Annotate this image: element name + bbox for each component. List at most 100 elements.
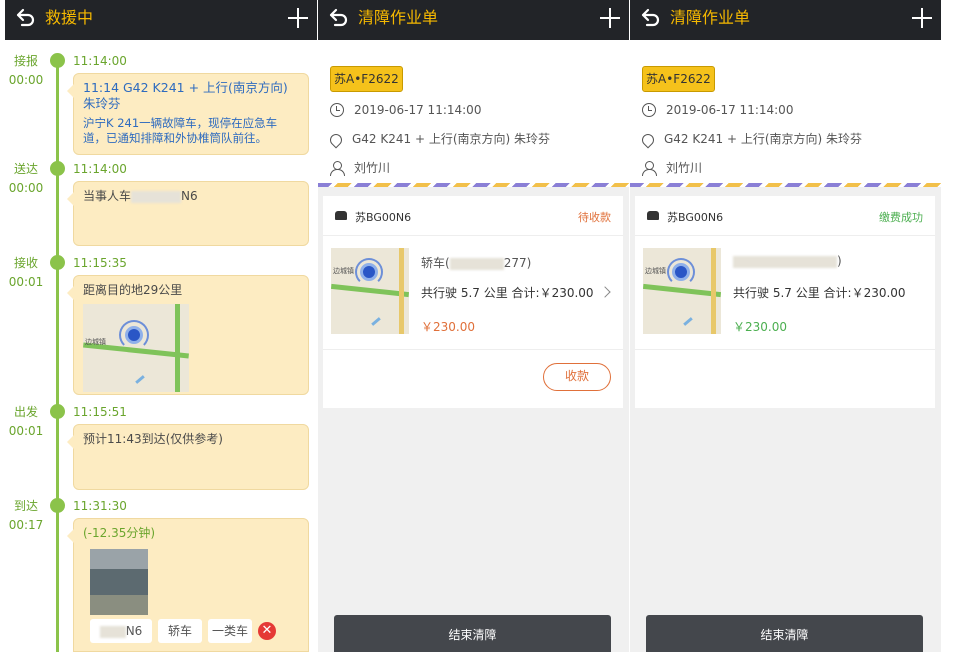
end-clearance-button[interactable]: 结束清障 <box>334 615 611 652</box>
collect-payment-button[interactable]: 收款 <box>543 363 611 391</box>
location-pin-icon <box>327 131 345 149</box>
order-price: ￥230.00 <box>421 320 475 334</box>
redacted-text <box>733 255 837 268</box>
page-title: 救援中 <box>45 8 94 27</box>
order-price: ￥230.00 <box>733 320 787 334</box>
timeline-time: 11:15:35 <box>73 256 127 270</box>
party-vehicle-suffix: N6 <box>181 189 198 203</box>
order-summary: 共行驶 5.7 公里 合计:￥230.00 <box>421 286 594 300</box>
person-icon <box>642 161 657 176</box>
timeline-message: 距离目的地29公里 边城镇 <box>67 275 309 395</box>
clearance-order-paid-screen: 清障作业单 苏A•F2622 2019-06-17 11:14:00 G42 K… <box>630 0 941 652</box>
datetime-row: 2019-06-17 11:14:00 <box>330 102 481 118</box>
order-card[interactable]: 苏BG00N6 缴费成功 边城镇 ) 共行驶 5.7 公里 合计:￥230.00… <box>635 196 935 408</box>
timeline-dot <box>50 404 65 419</box>
vehicle-class-tag: 一类车 <box>208 619 252 643</box>
distance-text: 距离目的地29公里 <box>83 283 183 297</box>
timeline-message: 11:14 G42 K241 + 上行(南京方向) 朱玲芬 沪宁K 241一辆故… <box>67 73 309 155</box>
datetime-row: 2019-06-17 11:14:00 <box>642 102 793 118</box>
incident-info-card: 苏A•F2622 2019-06-17 11:14:00 G42 K241 + … <box>318 40 629 186</box>
person-row: 刘竹川 <box>330 160 390 176</box>
plate-tag-suffix: N6 <box>125 624 143 638</box>
timeline-duration: 00:01 <box>8 424 44 438</box>
timeline-label: 送达 <box>13 162 38 176</box>
time-diff-text: (-12.35分钟) <box>83 526 156 540</box>
delete-icon[interactable]: ✕ <box>258 622 276 640</box>
timeline-dot <box>50 53 65 68</box>
redacted-text <box>131 190 182 203</box>
timeline-time: 11:14:00 <box>73 54 127 68</box>
back-icon[interactable] <box>14 7 36 29</box>
vehicle-name-suffix: 277) <box>503 256 532 270</box>
plate-badge: 苏A•F2622 <box>642 66 715 92</box>
order-header: 苏BG00N6 待收款 <box>323 196 623 236</box>
plate-badge: 苏A•F2622 <box>330 66 403 92</box>
route-map-thumbnail: 边城镇 <box>643 248 721 334</box>
order-summary: 共行驶 5.7 公里 合计:￥230.00 <box>733 286 906 300</box>
add-icon[interactable] <box>287 7 309 29</box>
timeline-line <box>56 54 59 652</box>
back-icon[interactable] <box>327 7 349 29</box>
rescue-screen: 救援中 接报 00:00 11:14:00 11:14 G42 K241 + 上… <box>5 0 317 652</box>
map-label: 边城镇 <box>333 267 354 275</box>
top-bar: 救援中 <box>5 0 317 40</box>
timeline-duration: 00:01 <box>8 275 44 289</box>
timeline-time: 11:14:00 <box>73 162 127 176</box>
person-text: 刘竹川 <box>354 161 391 175</box>
page-title: 清障作业单 <box>358 8 439 27</box>
timeline-duration: 00:00 <box>8 73 44 87</box>
status-badge: 待收款 <box>578 211 611 224</box>
order-plate: 苏BG00N6 <box>355 211 412 224</box>
report-summary: 11:14 G42 K241 + 上行(南京方向) 朱玲芬 <box>83 80 288 111</box>
location-pin-icon <box>639 131 657 149</box>
back-icon[interactable] <box>639 7 661 29</box>
redacted-text <box>449 257 504 270</box>
vehicle-name: ) <box>733 254 842 268</box>
location-text: G42 K241 + 上行(南京方向) 朱玲芬 <box>664 132 863 146</box>
top-bar: 清障作业单 <box>630 0 941 40</box>
party-vehicle-prefix: 当事人车 <box>83 189 132 203</box>
clock-icon <box>330 103 344 117</box>
eta-text: 预计11:43到达(仅供参考) <box>83 432 223 446</box>
person-row: 刘竹川 <box>642 160 702 176</box>
end-clearance-button[interactable]: 结束清障 <box>646 615 923 652</box>
vehicle-name: 轿车(277) <box>421 254 531 271</box>
timeline-label: 接收 <box>13 256 38 270</box>
timeline-time: 11:15:51 <box>73 405 127 419</box>
vehicle-type-tag: 轿车 <box>158 619 202 643</box>
order-footer: 收款 <box>323 350 623 408</box>
report-detail: 沪宁K 241一辆故障车，现停在应急车道，已通知排障和外协椎筒队前往。 <box>83 116 278 145</box>
vehicle-name-suffix: ) <box>837 254 842 268</box>
map-label: 边城镇 <box>645 267 666 275</box>
chevron-right-icon[interactable] <box>599 286 611 298</box>
order-card[interactable]: 苏BG00N6 待收款 边城镇 轿车(277) 共行驶 5.7 公里 合计:￥2… <box>323 196 623 408</box>
location-row: G42 K241 + 上行(南京方向) 朱玲芬 <box>327 131 551 149</box>
timeline-label: 出发 <box>13 405 38 419</box>
redacted-text <box>99 625 126 638</box>
add-icon[interactable] <box>599 7 621 29</box>
status-badge: 缴费成功 <box>879 211 923 224</box>
route-map-image[interactable]: 边城镇 <box>83 304 189 392</box>
envelope-stripe <box>630 183 941 187</box>
add-icon[interactable] <box>911 7 933 29</box>
timeline-dot <box>50 161 65 176</box>
plate-tag: N6 <box>90 619 152 643</box>
clock-icon <box>642 103 656 117</box>
route-map-thumbnail: 边城镇 <box>331 248 409 334</box>
order-plate: 苏BG00N6 <box>667 211 724 224</box>
person-icon <box>330 161 345 176</box>
timeline-dot <box>50 498 65 513</box>
car-icon <box>335 211 347 220</box>
location-text: G42 K241 + 上行(南京方向) 朱玲芬 <box>352 132 551 146</box>
top-bar: 清障作业单 <box>318 0 629 40</box>
person-text: 刘竹川 <box>666 161 703 175</box>
clearance-order-pending-screen: 清障作业单 苏A•F2622 2019-06-17 11:14:00 G42 K… <box>318 0 629 652</box>
timeline-message: 当事人车 N6 <box>67 181 309 246</box>
order-body[interactable]: 边城镇 轿车(277) 共行驶 5.7 公里 合计:￥230.00 ￥230.0… <box>323 236 623 350</box>
vehicle-photo[interactable] <box>90 549 148 615</box>
map-label: 边城镇 <box>85 338 106 346</box>
order-body[interactable]: 边城镇 ) 共行驶 5.7 公里 合计:￥230.00 ￥230.00 <box>635 236 935 350</box>
car-icon <box>647 211 659 220</box>
page-title: 清障作业单 <box>670 8 751 27</box>
timeline-duration: 00:17 <box>8 518 44 532</box>
